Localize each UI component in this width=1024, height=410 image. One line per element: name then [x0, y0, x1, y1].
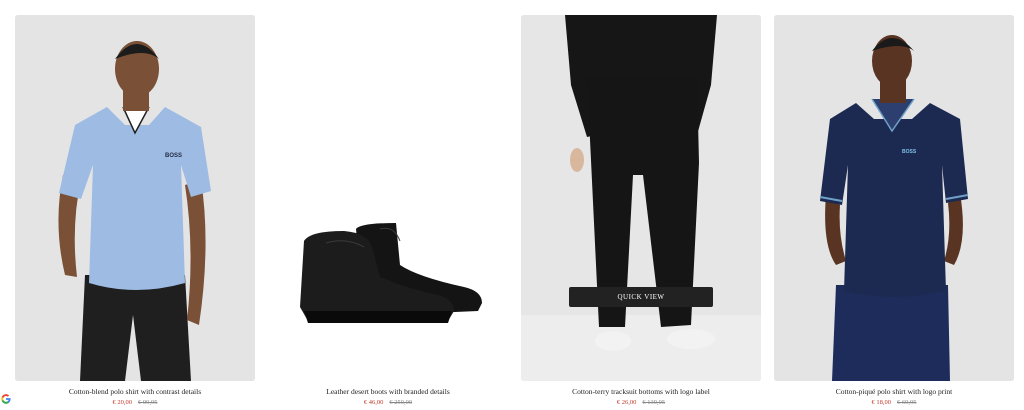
price-row: € 26,00 € 139,95 — [617, 399, 665, 406]
original-price: € 250,00 — [389, 399, 413, 406]
product-name[interactable]: Cotton-terry tracksuit bottoms with logo… — [572, 387, 710, 396]
sale-price: € 20,00 — [112, 399, 133, 406]
original-price: € 69,95 — [897, 399, 917, 406]
logo-text: BOSS — [902, 149, 917, 155]
original-price: € 99,95 — [138, 399, 158, 406]
quick-view-button[interactable]: QUICK VIEW — [569, 287, 713, 307]
model-polo-light-blue-illustration: BOSS — [15, 15, 255, 381]
product-card-desert-boots[interactable]: Leather desert boots with branded detail… — [268, 15, 508, 406]
product-image[interactable]: BOSS — [774, 15, 1014, 381]
product-name[interactable]: Leather desert boots with branded detail… — [326, 387, 450, 396]
product-name[interactable]: Cotton-piqué polo shirt with logo print — [836, 387, 952, 396]
model-polo-navy-illustration: BOSS — [774, 15, 1014, 381]
sale-price: € 18,00 — [871, 399, 892, 406]
leather-boots-illustration — [300, 223, 482, 323]
product-grid: BOSS Cotton-blend polo shirt with contra… — [15, 15, 1014, 406]
sale-price: € 26,00 — [616, 399, 637, 406]
product-card-polo-light-blue[interactable]: BOSS Cotton-blend polo shirt with contra… — [15, 15, 255, 406]
product-image[interactable]: BOSS — [15, 15, 255, 381]
product-name[interactable]: Cotton-blend polo shirt with contrast de… — [69, 387, 201, 396]
product-image[interactable] — [268, 15, 508, 381]
product-image[interactable]: QUICK VIEW — [521, 15, 761, 381]
google-g-icon[interactable] — [0, 393, 12, 405]
price-row: € 46,00 € 250,00 — [364, 399, 412, 406]
product-card-tracksuit-bottoms[interactable]: QUICK VIEW Cotton-terry tracksuit bottom… — [521, 15, 761, 406]
product-card-polo-navy[interactable]: BOSS Cotton-piqué polo shirt with logo p… — [774, 15, 1014, 406]
price-row: € 18,00 € 69,95 — [872, 399, 917, 406]
model-tracksuit-back-illustration — [521, 15, 761, 381]
price-row: € 20,00 € 99,95 — [113, 399, 158, 406]
original-price: € 139,95 — [642, 399, 666, 406]
sale-price: € 46,00 — [363, 399, 384, 406]
logo-text: BOSS — [165, 153, 182, 159]
